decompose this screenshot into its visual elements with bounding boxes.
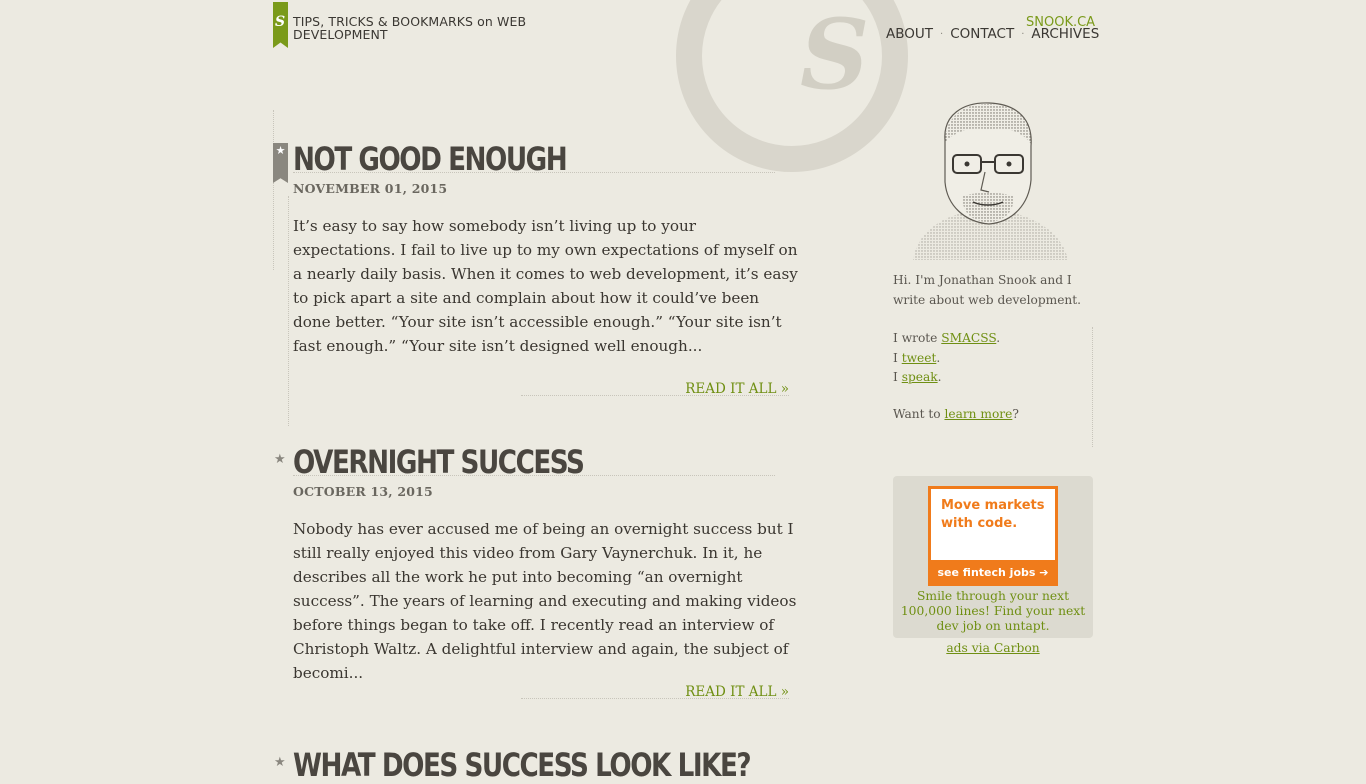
nav-about[interactable]: ABOUT: [886, 26, 933, 42]
learn-more-link[interactable]: learn more: [944, 407, 1012, 421]
speak-link[interactable]: speak: [902, 370, 938, 384]
nav-contact[interactable]: CONTACT: [950, 26, 1014, 42]
link-suffix: .: [937, 370, 942, 384]
link-line: I speak.: [893, 368, 1093, 388]
background-logo-circle: [676, 0, 908, 172]
link-line: I wrote SMACSS.: [893, 329, 1093, 349]
learn-more-line: Want to learn more?: [893, 407, 1093, 421]
divider: [288, 196, 289, 426]
carbon-ad[interactable]: Move markets with code. see fintech jobs…: [893, 476, 1093, 638]
ad-headline: Move markets with code.: [941, 498, 1045, 531]
link-prefix: I: [893, 350, 902, 365]
nav-separator: ·: [940, 28, 944, 40]
ad-cta-button[interactable]: see fintech jobs ➔: [928, 560, 1058, 586]
logo-letter: S: [275, 14, 286, 30]
logo-flag[interactable]: S: [273, 2, 288, 48]
ad-text[interactable]: Smile through your next 100,000 lines! F…: [893, 589, 1093, 634]
more-prefix: Want to: [893, 407, 945, 421]
background-logo-s: S: [800, 0, 870, 111]
post-date: NOVEMBER 01, 2015: [293, 181, 448, 196]
author-portrait: [913, 102, 1068, 260]
post-excerpt: It’s easy to say how somebody isn’t livi…: [293, 217, 798, 355]
divider: [1092, 327, 1093, 447]
author-bio: Hi. I'm Jonathan Snook and I write about…: [893, 273, 1082, 307]
divider: [293, 172, 775, 173]
link-suffix: .: [936, 350, 941, 365]
ads-via-carbon-link[interactable]: ads via Carbon: [893, 641, 1093, 655]
link-suffix: .: [996, 331, 1001, 345]
author-links: I wrote SMACSS. I tweet. I speak.: [893, 329, 1093, 388]
more-suffix: ?: [1012, 407, 1019, 421]
read-more-link[interactable]: READ IT ALL »: [685, 684, 789, 700]
site-tagline[interactable]: TIPS, TRICKS & BOOKMARKS on WEB DEVELOPM…: [293, 15, 533, 41]
featured-star-icon: ★: [273, 143, 288, 183]
link-prefix: I: [893, 370, 902, 384]
post-excerpt: Nobody has ever accused me of being an o…: [293, 520, 797, 682]
post-title[interactable]: WHAT DOES SUCCESS LOOK LIKE?: [293, 746, 752, 784]
star-icon: ★: [274, 452, 286, 467]
link-prefix: I wrote: [893, 331, 942, 345]
read-more-link[interactable]: READ IT ALL »: [685, 381, 789, 397]
link-line: I tweet.: [893, 349, 1093, 369]
divider: [273, 110, 274, 270]
nav-separator: ·: [1021, 28, 1025, 40]
post-date: OCTOBER 13, 2015: [293, 484, 433, 499]
site-name-link[interactable]: SNOOK.CA: [1026, 15, 1095, 30]
smacss-link[interactable]: SMACSS: [941, 331, 996, 345]
tweet-link[interactable]: tweet: [902, 351, 937, 365]
divider: [293, 475, 775, 476]
